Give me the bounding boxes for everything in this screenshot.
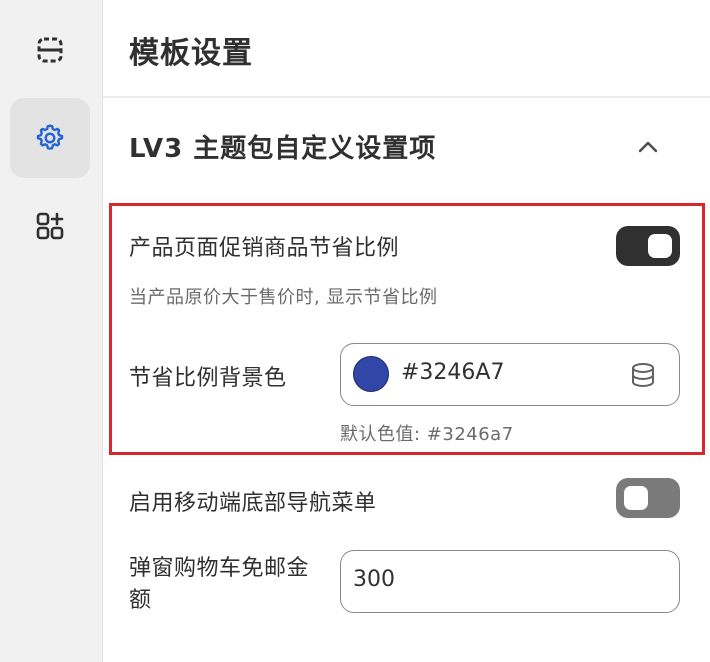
side-rail bbox=[0, 0, 103, 662]
layout-sections-icon bbox=[37, 37, 63, 63]
mobile-bottom-nav-label: 启用移动端底部导航菜单 bbox=[129, 491, 377, 516]
section-title: LV3 主题包自定义设置项 bbox=[129, 134, 437, 164]
gear-icon bbox=[36, 124, 64, 150]
database-icon[interactable] bbox=[629, 361, 657, 389]
section-collapse-button[interactable] bbox=[633, 132, 663, 162]
free-shipping-value: 300 bbox=[353, 567, 395, 592]
savings-ratio-label: 产品页面促销商品节省比例 bbox=[129, 236, 400, 261]
free-shipping-label-line1: 弹窗购物车免邮金 bbox=[129, 556, 310, 581]
savings-ratio-toggle[interactable] bbox=[616, 226, 680, 266]
chevron-up-icon bbox=[638, 141, 658, 153]
color-default-text: 默认色值: #3246a7 bbox=[340, 424, 514, 445]
free-shipping-input[interactable]: 300 bbox=[340, 550, 680, 613]
toggle-knob bbox=[624, 486, 648, 510]
rail-apps-button[interactable] bbox=[10, 186, 90, 266]
toggle-knob bbox=[648, 234, 672, 258]
savings-ratio-help: 当产品原价大于售价时, 显示节省比例 bbox=[129, 287, 438, 308]
savings-bg-color-label: 节省比例背景色 bbox=[129, 366, 287, 391]
mobile-bottom-nav-toggle[interactable] bbox=[616, 478, 680, 518]
settings-panel: 模板设置 LV3 主题包自定义设置项 产品页面促销商品节省比例 当产品原价大于售… bbox=[103, 0, 710, 662]
color-value: #3246A7 bbox=[401, 360, 505, 385]
free-shipping-label-line2: 额 bbox=[129, 588, 152, 613]
color-picker-input[interactable]: #3246A7 bbox=[340, 343, 680, 406]
rail-sections-button[interactable] bbox=[10, 10, 90, 90]
free-shipping-label: 弹窗购物车免邮金 额 bbox=[129, 553, 309, 617]
header-divider bbox=[103, 96, 710, 98]
apps-add-icon bbox=[36, 212, 64, 240]
color-swatch[interactable] bbox=[353, 356, 389, 392]
rail-settings-button[interactable] bbox=[10, 98, 90, 178]
page-title: 模板设置 bbox=[129, 36, 253, 71]
